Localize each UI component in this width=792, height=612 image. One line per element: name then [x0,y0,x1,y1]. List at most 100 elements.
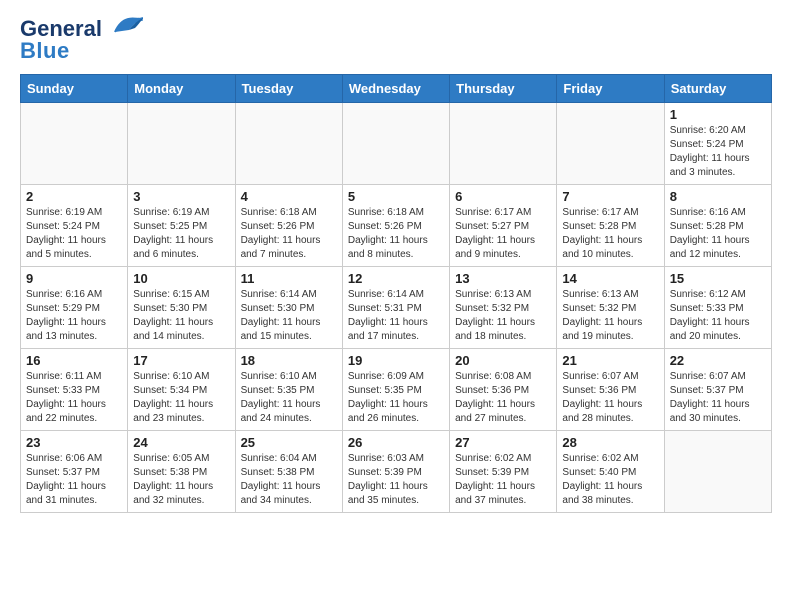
day-number: 6 [455,189,551,204]
day-info: Sunrise: 6:16 AMSunset: 5:28 PMDaylight:… [670,206,766,262]
day-number: 14 [562,271,658,286]
day-number: 2 [26,189,122,204]
day-cell: 6 Sunrise: 6:17 AMSunset: 5:27 PMDaylight… [450,185,557,267]
day-number: 26 [348,435,444,450]
day-cell [342,103,449,185]
day-number: 25 [241,435,337,450]
day-info: Sunrise: 6:11 AMSunset: 5:33 PMDaylight:… [26,370,122,426]
weekday-saturday: Saturday [664,75,771,103]
day-cell [664,431,771,513]
weekday-monday: Monday [128,75,235,103]
day-info: Sunrise: 6:12 AMSunset: 5:33 PMDaylight:… [670,288,766,344]
day-number: 24 [133,435,229,450]
day-cell [557,103,664,185]
day-cell [235,103,342,185]
day-cell: 22 Sunrise: 6:07 AMSunset: 5:37 PMDayligh… [664,349,771,431]
day-cell [21,103,128,185]
logo-blue-label: Blue [20,38,70,64]
day-info: Sunrise: 6:18 AMSunset: 5:26 PMDaylight:… [241,206,337,262]
day-number: 3 [133,189,229,204]
day-number: 22 [670,353,766,368]
day-info: Sunrise: 6:14 AMSunset: 5:31 PMDaylight:… [348,288,444,344]
day-cell: 5Sunrise: 6:18 AMSunset: 5:26 PMDaylight… [342,185,449,267]
day-number: 11 [241,271,337,286]
day-info: Sunrise: 6:09 AMSunset: 5:35 PMDaylight:… [348,370,444,426]
weekday-sunday: Sunday [21,75,128,103]
weekday-tuesday: Tuesday [235,75,342,103]
week-row-4: 23 Sunrise: 6:06 AMSunset: 5:37 PMDayligh… [21,431,772,513]
day-cell: 11 Sunrise: 6:14 AMSunset: 5:30 PMDayligh… [235,267,342,349]
day-number: 12 [348,271,444,286]
day-cell [450,103,557,185]
calendar: SundayMondayTuesdayWednesdayThursdayFrid… [20,74,772,513]
day-info: Sunrise: 6:17 AMSunset: 5:28 PMDaylight:… [562,206,658,262]
page: General Blue SundayMondayTuesdayWednesda… [0,0,792,529]
day-cell: 2 Sunrise: 6:19 AMSunset: 5:24 PMDaylight… [21,185,128,267]
day-info: Sunrise: 6:13 AMSunset: 5:32 PMDaylight:… [562,288,658,344]
day-cell: 20 Sunrise: 6:08 AMSunset: 5:36 PMDayligh… [450,349,557,431]
weekday-friday: Friday [557,75,664,103]
day-number: 27 [455,435,551,450]
day-info: Sunrise: 6:06 AMSunset: 5:37 PMDaylight:… [26,452,122,508]
day-number: 20 [455,353,551,368]
logo-general-text: General [20,18,102,40]
day-number: 13 [455,271,551,286]
logo-bird-icon [105,12,143,42]
weekday-header-row: SundayMondayTuesdayWednesdayThursdayFrid… [21,75,772,103]
day-info: Sunrise: 6:19 AMSunset: 5:24 PMDaylight:… [26,206,122,262]
day-cell: 15 Sunrise: 6:12 AMSunset: 5:33 PMDayligh… [664,267,771,349]
day-number: 9 [26,271,122,286]
day-cell: 7 Sunrise: 6:17 AMSunset: 5:28 PMDaylight… [557,185,664,267]
week-row-1: 2 Sunrise: 6:19 AMSunset: 5:24 PMDaylight… [21,185,772,267]
logo-area: General Blue [20,16,143,64]
day-number: 8 [670,189,766,204]
day-cell: 13 Sunrise: 6:13 AMSunset: 5:32 PMDayligh… [450,267,557,349]
day-cell [128,103,235,185]
day-cell: 8 Sunrise: 6:16 AMSunset: 5:28 PMDaylight… [664,185,771,267]
day-info: Sunrise: 6:20 AMSunset: 5:24 PMDaylight:… [670,124,766,180]
day-info: Sunrise: 6:04 AMSunset: 5:38 PMDaylight:… [241,452,337,508]
day-info: Sunrise: 6:10 AMSunset: 5:35 PMDaylight:… [241,370,337,426]
day-cell: 26 Sunrise: 6:03 AMSunset: 5:39 PMDayligh… [342,431,449,513]
day-cell: 23 Sunrise: 6:06 AMSunset: 5:37 PMDayligh… [21,431,128,513]
day-info: Sunrise: 6:13 AMSunset: 5:32 PMDaylight:… [455,288,551,344]
day-number: 21 [562,353,658,368]
day-info: Sunrise: 6:05 AMSunset: 5:38 PMDaylight:… [133,452,229,508]
day-cell: 17 Sunrise: 6:10 AMSunset: 5:34 PMDayligh… [128,349,235,431]
day-info: Sunrise: 6:14 AMSunset: 5:30 PMDaylight:… [241,288,337,344]
week-row-2: 9 Sunrise: 6:16 AMSunset: 5:29 PMDaylight… [21,267,772,349]
day-cell: 25 Sunrise: 6:04 AMSunset: 5:38 PMDayligh… [235,431,342,513]
day-number: 19 [348,353,444,368]
day-cell: 19 Sunrise: 6:09 AMSunset: 5:35 PMDayligh… [342,349,449,431]
day-info: Sunrise: 6:16 AMSunset: 5:29 PMDaylight:… [26,288,122,344]
day-number: 18 [241,353,337,368]
day-info: Sunrise: 6:19 AMSunset: 5:25 PMDaylight:… [133,206,229,262]
day-number: 15 [670,271,766,286]
day-number: 4 [241,189,337,204]
day-number: 5 [348,189,444,204]
day-info: Sunrise: 6:03 AMSunset: 5:39 PMDaylight:… [348,452,444,508]
week-row-0: 1Sunrise: 6:20 AMSunset: 5:24 PMDaylight… [21,103,772,185]
day-cell: 9 Sunrise: 6:16 AMSunset: 5:29 PMDaylight… [21,267,128,349]
day-info: Sunrise: 6:07 AMSunset: 5:37 PMDaylight:… [670,370,766,426]
day-number: 10 [133,271,229,286]
day-number: 28 [562,435,658,450]
day-cell: 16 Sunrise: 6:11 AMSunset: 5:33 PMDayligh… [21,349,128,431]
day-info: Sunrise: 6:02 AMSunset: 5:40 PMDaylight:… [562,452,658,508]
day-cell: 12 Sunrise: 6:14 AMSunset: 5:31 PMDayligh… [342,267,449,349]
day-cell: 10Sunrise: 6:15 AMSunset: 5:30 PMDayligh… [128,267,235,349]
day-number: 16 [26,353,122,368]
day-cell: 21Sunrise: 6:07 AMSunset: 5:36 PMDayligh… [557,349,664,431]
day-info: Sunrise: 6:10 AMSunset: 5:34 PMDaylight:… [133,370,229,426]
weekday-thursday: Thursday [450,75,557,103]
day-cell: 18 Sunrise: 6:10 AMSunset: 5:35 PMDayligh… [235,349,342,431]
day-info: Sunrise: 6:17 AMSunset: 5:27 PMDaylight:… [455,206,551,262]
day-cell: 27Sunrise: 6:02 AMSunset: 5:39 PMDayligh… [450,431,557,513]
day-cell: 28 Sunrise: 6:02 AMSunset: 5:40 PMDayligh… [557,431,664,513]
day-cell: 1Sunrise: 6:20 AMSunset: 5:24 PMDaylight… [664,103,771,185]
day-info: Sunrise: 6:08 AMSunset: 5:36 PMDaylight:… [455,370,551,426]
day-number: 17 [133,353,229,368]
day-number: 23 [26,435,122,450]
day-number: 7 [562,189,658,204]
day-cell: 3 Sunrise: 6:19 AMSunset: 5:25 PMDaylight… [128,185,235,267]
